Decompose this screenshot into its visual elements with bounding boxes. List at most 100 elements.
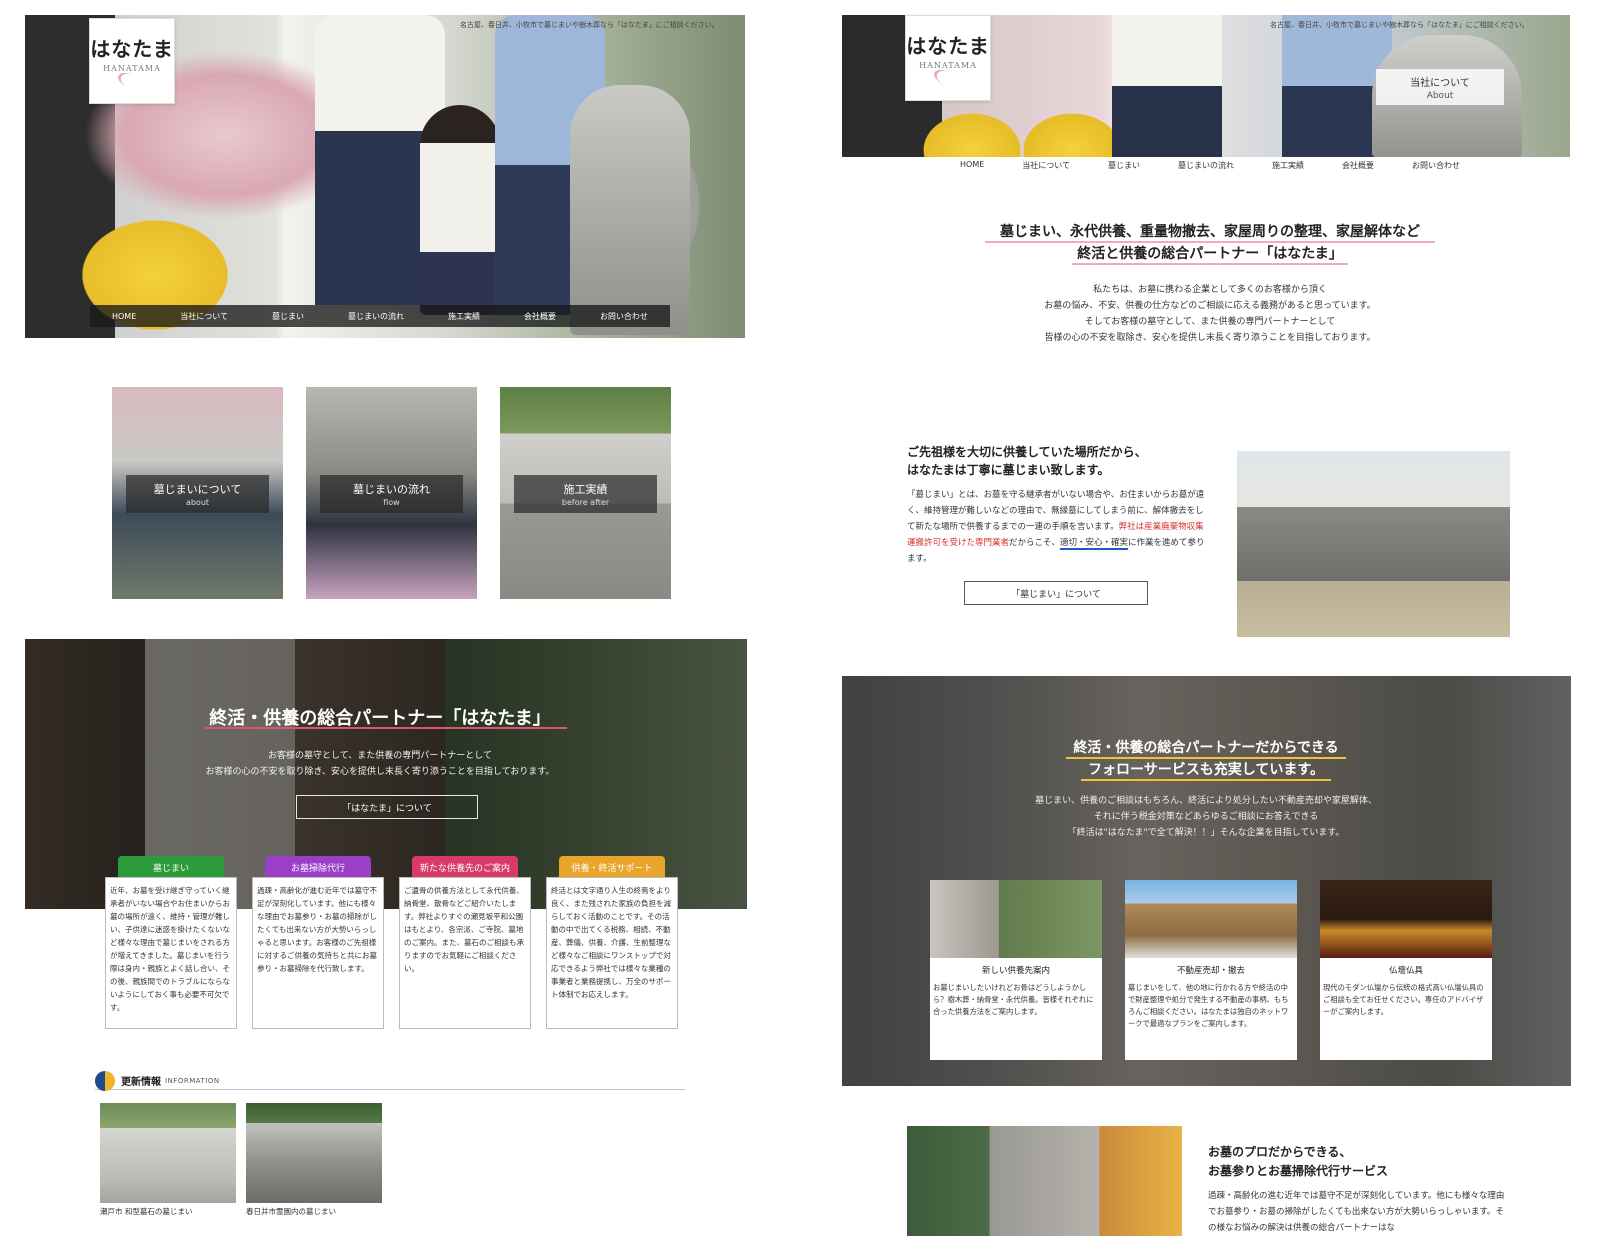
follow-lead: 「終活は"はなたま"で全て解決！！」そんな企業を目指しています。 [1067,828,1345,838]
follow-card-image [1320,880,1492,958]
follow-card-desc: 現代のモダン仏壇から伝統の格式高い仏壇仏具のご相談も全てお任せください。専任のア… [1323,983,1484,1016]
nav-flow[interactable]: 墓じまいの流れ [1178,160,1234,176]
service-box-hakajimai: 近年、お墓を受け継ぎ守っていく継承者がいない場合やお住まいからお墓の場所が遠く、… [105,877,237,1029]
headline-line-1: 墓じまい、永代供養、重量物撤去、家屋周りの整理、家屋解体など [1000,224,1420,240]
nav-works[interactable]: 施工実績 [448,311,480,322]
card-title: 墓じまいについて [153,483,242,496]
intro-line: そしてお客様の墓守として、また供養の専門パートナーとして [1084,317,1336,327]
logo-text: はなたま [906,34,990,58]
card-title: 施工実績 [563,483,608,496]
card-flow[interactable]: 墓じまいの流れ flow [306,387,477,599]
nav-about[interactable]: 当社について [180,311,228,322]
about-label-en: About [1426,90,1454,101]
partner-about-button[interactable]: 「はなたま」について [296,795,478,819]
headline-line-2: 終活と供養の総合パートナー「はなたま」 [1077,246,1343,262]
worker-photo [1237,451,1510,637]
information-subtitle: INFORMATION [165,1076,220,1085]
logo-subtext: HANATAMA [103,64,161,73]
card-label: 墓じまいの流れ flow [320,475,463,513]
ancestor-body: 「墓じまい」とは、お墓を守る継承者がいない場合や、お住まいからお墓が遠く、維持管… [907,487,1207,567]
service-box-cleaning: 過疎・高齢化が進む近年では墓守不足が深刻化しています。他にも様々な理由でお墓参り… [252,877,384,1029]
information-header: 更新情報 INFORMATION [95,1070,685,1091]
service-text: 過疎・高齢化が進む近年では墓守不足が深刻化しています。他にも様々な理由でお墓参り… [257,886,377,973]
post-thumbnail [246,1103,382,1203]
follow-lead: 墓じまい、供養のご相談はもちろん、終活により処分したい不動産売却や家屋解体、 [1035,796,1377,806]
right-logo[interactable]: はなたま HANATAMA [905,15,991,101]
title-underline [1081,779,1331,781]
safe-highlight: 適切・安心・確実 [1060,538,1129,550]
follow-card-image [1125,880,1297,958]
stone-lantern-shape [570,85,690,335]
adult-figure-shape [1112,15,1222,157]
right-tagline: 名古屋、春日井、小牧市で墓じまいや樹木葬なら「はなたま」にご相談ください。 [1270,21,1529,29]
ancestor-title-1: ご先祖様を大切に供養していた場所だから、 [907,445,1147,459]
right-global-nav: HOME 当社について 墓じまい 墓じまいの流れ 施工実績 会社概要 お問い合わ… [960,160,1460,176]
headline-underline [1072,263,1348,265]
post-item[interactable]: 春日井市霊園内の墓じまい [246,1103,382,1222]
post-thumbnail [100,1103,236,1203]
nav-about[interactable]: 当社について [1022,160,1070,176]
follow-card-desc: お墓じまいしたいけれどお骨はどうしようかしら？樹木葬・納骨堂・永代供養。皆様それ… [933,983,1094,1016]
service-tag-support[interactable]: 供養・終活サポート [559,856,665,878]
nav-flow[interactable]: 墓じまいの流れ [348,311,404,322]
left-tagline: 名古屋、春日井、小牧市で墓じまいや樹木葬なら「はなたま」にご相談ください。 [460,21,719,29]
service-text: 終活とは文字通り人生の終焉をより良く、また残された家族の負担を減らしておく活動の… [551,886,671,999]
cleaning-title-2: お墓参りとお墓掃除代行サービス [1208,1164,1389,1178]
post-caption: 瀬戸市 和型墓石の墓じまい [100,1207,193,1216]
information-title: 更新情報 [121,1077,161,1088]
service-text: 近年、お墓を受け継ぎ守っていく継承者がいない場合やお住まいからお墓の場所が遠く、… [110,886,230,1012]
service-box-support: 終活とは文字通り人生の終焉をより良く、また残された家族の負担を減らしておく活動の… [546,877,678,1029]
logo-brush-icon [115,69,149,95]
follow-card-new-place[interactable]: 新しい供養先案内 お墓じまいしたいけれどお骨はどうしようかしら？樹木葬・納骨堂・… [930,880,1102,1060]
grave-cleaning-photo [907,1126,1182,1236]
service-tag-cleaning[interactable]: お墓掃除代行 [265,856,371,878]
partner-lead-2: お客様の心の不安を取り除き、安心を提供し末長く寄り添うことを目指しております。 [205,767,555,777]
nav-contact[interactable]: お問い合わせ [600,311,648,322]
nav-home[interactable]: HOME [960,160,984,176]
logo-subtext: HANATAMA [919,61,977,70]
nav-company[interactable]: 会社概要 [1342,160,1374,176]
info-circle-icon [95,1070,115,1091]
card-label: 施工実績 before after [514,475,657,513]
post-item[interactable]: 瀬戸市 和型墓石の墓じまい [100,1103,236,1222]
follow-card-desc: 墓じまいをして、他の地に行かれる方や終活の中で財産整理や処分で発生する不動産の事… [1128,983,1289,1028]
cleaning-title-1: お墓のプロだからできる、 [1208,1145,1352,1159]
about-dropdown-label[interactable]: 当社について About [1376,69,1504,105]
ancestor-title-2: はなたまは丁寧に墓じまい致します。 [907,463,1110,477]
service-tag-hakajimai[interactable]: 墓じまい [118,856,224,878]
follow-title-1: 終活・供養の総合パートナーだからできる [1073,740,1339,756]
follow-title-2: フォローサービスも充実しています。 [1088,762,1324,778]
nav-hakajimai[interactable]: 墓じまい [272,311,304,322]
left-global-nav: HOME 当社について 墓じまい 墓じまいの流れ 施工実績 会社概要 お問い合わ… [90,305,670,327]
partner-lead-1: お客様の墓守として、また供養の専門パートナーとして [267,751,492,761]
follow-card-real-estate[interactable]: 不動産売却・撤去 墓じまいをして、他の地に行かれる方や終活の中で財産整理や処分で… [1125,880,1297,1060]
service-text: ご遺骨の供養方法として永代供養、納骨堂、散骨などご紹介いたします。弊社よりすぐの… [404,886,524,973]
card-title: 墓じまいの流れ [353,483,430,496]
nav-company[interactable]: 会社概要 [524,311,556,322]
cleaning-body: 過疎・高齢化の進む近年では墓守不足が深刻化しています。他にも様々な理由でお墓参り… [1208,1191,1505,1233]
nav-hakajimai[interactable]: 墓じまい [1108,160,1140,176]
post-caption: 春日井市霊園内の墓じまい [246,1207,336,1216]
about-label-jp: 当社について [1410,77,1470,89]
nav-home[interactable]: HOME [112,312,136,321]
logo-brush-icon [931,66,965,92]
follow-card-butsudan[interactable]: 仏壇仏具 現代のモダン仏壇から伝統の格式高い仏壇仏具のご相談も全てお任せください… [1320,880,1492,1060]
nav-contact[interactable]: お問い合わせ [1412,160,1460,176]
follow-card-title: 不動産売却・撤去 [1176,966,1245,976]
card-subtitle: about [185,498,210,507]
intro-line: お墓の悩み、不安、供養の仕方などのご相談に応える義務があると思っています。 [1044,301,1376,311]
left-logo[interactable]: はなたま HANATAMA [89,18,175,104]
title-underline [205,727,567,729]
intro-line: 皆様の心の不安を取除き、安心を提供し末長く寄り添うことを目指しております。 [1044,333,1376,343]
logo-text: はなたま [90,37,174,61]
service-tag-new-place[interactable]: 新たな供養先のご案内 [412,856,518,878]
card-about[interactable]: 墓じまいについて about [112,387,283,599]
service-box-new-place: ご遺骨の供養方法として永代供養、納骨堂、散骨などご紹介いたします。弊社よりすぐの… [399,877,531,1029]
follow-lead: それに伴う税金対策などあらゆるご相談にお答えできる [1093,812,1319,822]
card-label: 墓じまいについて about [126,475,269,513]
child-figure-shape [420,105,500,315]
nav-works[interactable]: 施工実績 [1272,160,1304,176]
card-works[interactable]: 施工実績 before after [500,387,671,599]
hakajimai-about-button[interactable]: 「墓じまい」について [964,581,1148,605]
follow-card-title: 新しい供養先案内 [981,966,1050,976]
